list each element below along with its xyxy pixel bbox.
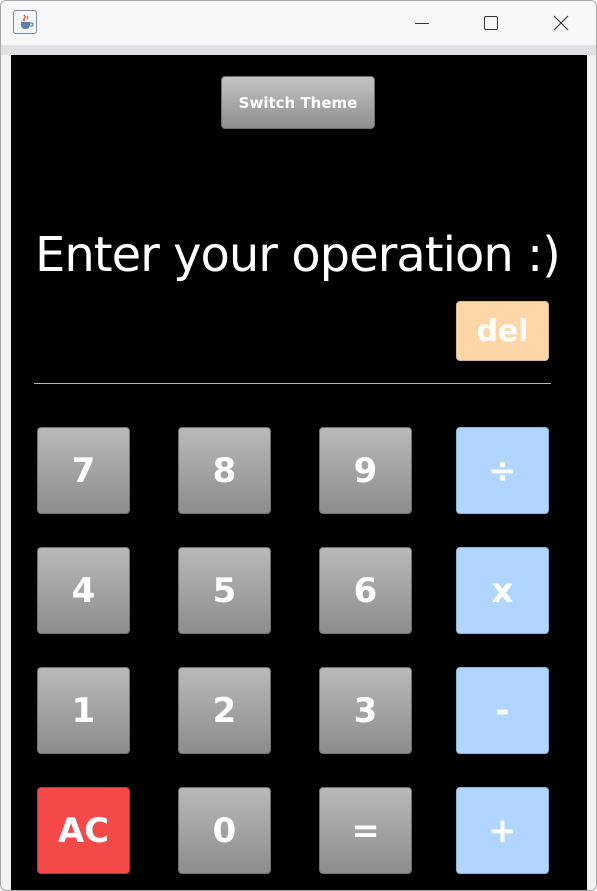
calculator-panel: Switch Theme Enter your operation :) del… xyxy=(11,55,587,890)
key-8[interactable]: 8 xyxy=(178,427,271,514)
minimize-icon xyxy=(415,23,429,24)
java-cup-icon xyxy=(13,10,37,34)
key-7[interactable]: 7 xyxy=(37,427,130,514)
close-icon xyxy=(553,15,569,31)
close-button[interactable] xyxy=(526,1,596,45)
key-1[interactable]: 1 xyxy=(37,667,130,754)
multiply-button[interactable]: x xyxy=(456,547,549,634)
equals-button[interactable]: = xyxy=(319,787,412,874)
add-button[interactable]: + xyxy=(456,787,549,874)
key-0[interactable]: 0 xyxy=(178,787,271,874)
all-clear-button[interactable]: AC xyxy=(37,787,130,874)
delete-button[interactable]: del xyxy=(456,301,549,361)
maximize-icon xyxy=(484,16,498,30)
minimize-button[interactable] xyxy=(387,1,457,45)
window-border xyxy=(1,45,596,55)
display-divider xyxy=(34,383,551,384)
key-6[interactable]: 6 xyxy=(319,547,412,634)
app-window: Switch Theme Enter your operation :) del… xyxy=(0,0,597,891)
key-2[interactable]: 2 xyxy=(178,667,271,754)
subtract-button[interactable]: - xyxy=(456,667,549,754)
title-bar[interactable] xyxy=(1,1,596,45)
divide-button[interactable]: ÷ xyxy=(456,427,549,514)
maximize-button[interactable] xyxy=(456,1,526,45)
calculator-display: Enter your operation :) xyxy=(35,227,561,283)
key-9[interactable]: 9 xyxy=(319,427,412,514)
key-3[interactable]: 3 xyxy=(319,667,412,754)
key-5[interactable]: 5 xyxy=(178,547,271,634)
key-4[interactable]: 4 xyxy=(37,547,130,634)
switch-theme-button[interactable]: Switch Theme xyxy=(221,76,375,129)
